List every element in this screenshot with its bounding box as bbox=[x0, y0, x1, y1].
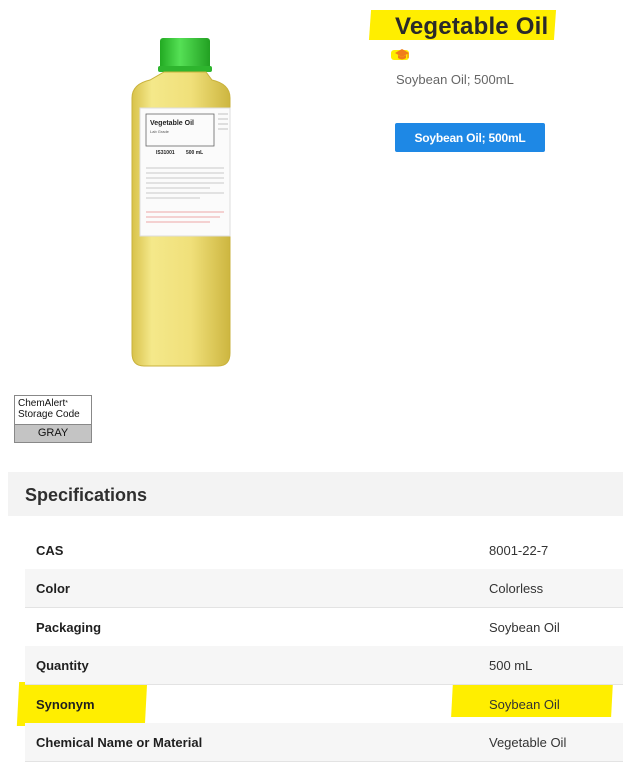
chemalert-storage-code: ChemAlert* Storage Code GRAY bbox=[14, 395, 92, 443]
graduation-cap-icon bbox=[395, 49, 409, 60]
product-image: Vegetable Oil Lab Grade IS31001 500 mL bbox=[131, 38, 231, 367]
label-volume: 500 mL bbox=[186, 150, 203, 156]
spec-key: Color bbox=[36, 581, 70, 596]
spec-key: CAS bbox=[36, 543, 64, 558]
spec-value: 8001-22-7 bbox=[489, 543, 549, 558]
spec-key: Synonym bbox=[36, 697, 95, 712]
chemalert-mark: * bbox=[65, 400, 68, 407]
spec-key: Packaging bbox=[36, 620, 102, 635]
spec-value: Soybean Oil bbox=[489, 620, 560, 635]
spec-key: Quantity bbox=[36, 658, 89, 673]
product-title: Vegetable Oil bbox=[395, 13, 549, 40]
product-subtitle: Soybean Oil; 500mL bbox=[396, 72, 514, 87]
spec-value: Soybean Oil bbox=[489, 697, 560, 712]
spec-key: Chemical Name or Material bbox=[36, 735, 203, 750]
spec-value: Vegetable Oil bbox=[489, 735, 567, 750]
spec-value: Colorless bbox=[489, 581, 544, 596]
spec-row-synonym: Synonym Soybean Oil bbox=[25, 685, 623, 724]
spec-row-chemical-name: Chemical Name or Material Vegetable Oil bbox=[25, 723, 623, 762]
label-title: Vegetable Oil bbox=[150, 120, 194, 127]
spec-value: 500 mL bbox=[489, 658, 533, 673]
bottle bbox=[131, 38, 231, 367]
spec-row-quantity: Quantity 500 mL bbox=[25, 646, 623, 685]
label-grade: Lab Grade bbox=[150, 129, 170, 134]
storage-code-label: Storage Code bbox=[18, 409, 80, 420]
spec-row-cas: CAS 8001-22-7 bbox=[25, 531, 623, 570]
storage-code-value: GRAY bbox=[15, 424, 91, 442]
specifications-title: Specifications bbox=[25, 485, 148, 505]
spec-row-color: Color Colorless bbox=[25, 569, 623, 608]
variant-button[interactable]: Soybean Oil; 500mL bbox=[395, 123, 545, 152]
spec-row-packaging: Packaging Soybean Oil bbox=[25, 608, 623, 647]
label-sku: IS31001 bbox=[156, 150, 175, 156]
chemalert-label: ChemAlert bbox=[18, 398, 66, 409]
specifications-header: Specifications bbox=[8, 472, 623, 516]
